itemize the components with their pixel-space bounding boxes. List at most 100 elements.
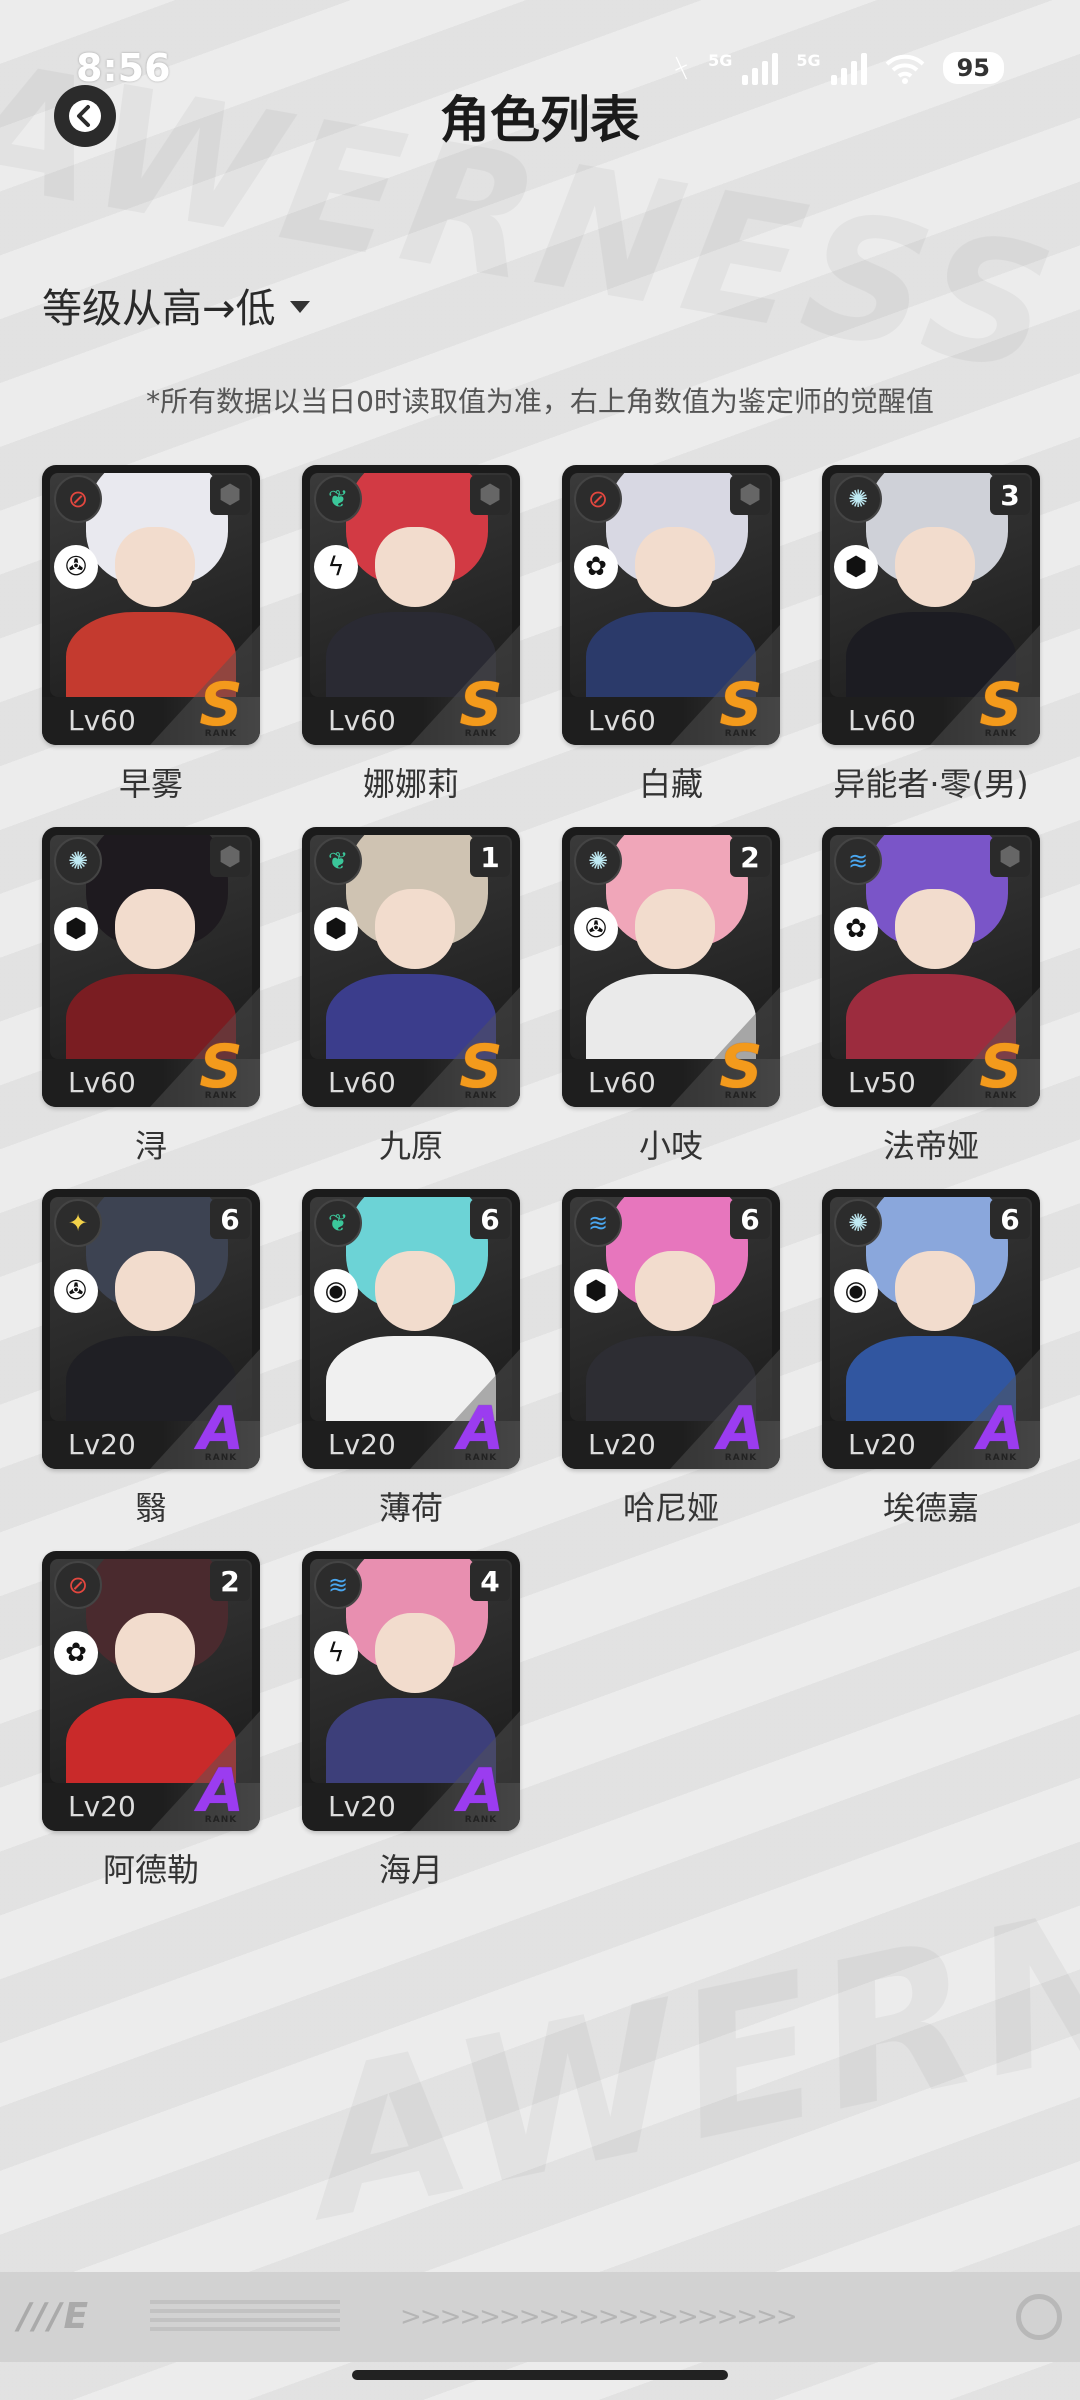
character-card[interactable]: Lv20 A RANK ≋ ϟ 4 [302, 1551, 520, 1831]
hexagon-icon: ⬢ [478, 480, 502, 510]
character-item[interactable]: Lv20 A RANK ≋ ϟ 4 海月 [302, 1551, 520, 1891]
rank-badge: A RANK [450, 1761, 512, 1825]
character-card[interactable]: Lv60 S RANK ⊘ ✇ ⬢ [42, 465, 260, 745]
rank-badge: S RANK [450, 675, 512, 739]
vortex-icon: ✇ [574, 907, 618, 951]
character-item[interactable]: Lv60 S RANK ✺ ⬢ ⬢ 浔 [42, 827, 260, 1167]
sort-label: 等级从高→低 [42, 286, 276, 332]
character-item[interactable]: Lv20 A RANK ≋ ⬢ 6 哈尼娅 [562, 1189, 780, 1529]
data-note: *所有数据以当日0时读取值为准，右上角数值为鉴定师的觉醒值 [146, 385, 934, 418]
network-type: 5G [796, 50, 821, 70]
rank-letter: A [197, 1394, 245, 1464]
character-item[interactable]: Lv60 S RANK ⊘ ✇ ⬢ 早雾 [42, 465, 260, 805]
awakening-badge: 4 [470, 1561, 510, 1601]
character-item[interactable]: Lv20 A RANK ❦ ◉ 6 薄荷 [302, 1189, 520, 1529]
rank-caption: RANK [464, 729, 498, 739]
red-crosshair-icon: ⊘ [54, 475, 102, 523]
green-leaf-icon: ❦ [314, 1199, 362, 1247]
character-card[interactable]: Lv60 S RANK ⊘ ✿ ⬢ [562, 465, 780, 745]
rank-letter: A [457, 1394, 505, 1464]
awakening-badge: 3 [990, 475, 1030, 515]
character-item[interactable]: Lv20 A RANK ⊘ ✿ 2 阿德勒 [42, 1551, 260, 1891]
character-item[interactable]: Lv50 S RANK ≋ ✿ ⬢ 法帝娅 [822, 827, 1040, 1167]
awakening-badge: ⬢ [470, 475, 510, 515]
level-label: Lv60 [848, 704, 916, 737]
character-name: 法帝娅 [882, 1127, 979, 1165]
character-card[interactable]: Lv20 A RANK ⊘ ✿ 2 [42, 1551, 260, 1831]
awakening-badge: 2 [730, 837, 770, 877]
flower-icon: ✿ [54, 1631, 98, 1675]
red-crosshair-icon: ⊘ [574, 475, 622, 523]
green-leaf-icon: ❦ [314, 837, 362, 885]
rank-caption: RANK [984, 1091, 1018, 1101]
hexagon-icon: ⬢ [218, 842, 242, 872]
character-card[interactable]: Lv20 A RANK ❦ ◉ 6 [302, 1189, 520, 1469]
character-card[interactable]: Lv60 S RANK ✺ ⬢ ⬢ [42, 827, 260, 1107]
rank-caption: RANK [724, 1091, 758, 1101]
awakening-badge: ⬢ [210, 475, 250, 515]
rank-caption: RANK [464, 1453, 498, 1463]
character-card[interactable]: Lv50 S RANK ≋ ✿ ⬢ [822, 827, 1040, 1107]
rank-caption: RANK [984, 1453, 1018, 1463]
rank-letter: A [457, 1756, 505, 1826]
character-card[interactable]: Lv60 S RANK ❦ ϟ ⬢ [302, 465, 520, 745]
rank-letter: S [459, 670, 503, 740]
character-card[interactable]: Lv20 A RANK ≋ ⬢ 6 [562, 1189, 780, 1469]
eye-logo-icon [1016, 2294, 1062, 2340]
character-name: 阿德勒 [102, 1851, 199, 1889]
level-label: Lv60 [328, 1066, 396, 1099]
blue-wave-icon: ≋ [574, 1199, 622, 1247]
rank-badge: A RANK [970, 1399, 1032, 1463]
character-item[interactable]: Lv60 S RANK ❦ ⬢ 1 九原 [302, 827, 520, 1167]
character-name: 小吱 [638, 1127, 703, 1165]
sun-icon: ✺ [834, 475, 882, 523]
rank-letter: S [459, 1032, 503, 1102]
character-item[interactable]: Lv60 S RANK ❦ ϟ ⬢ 娜娜莉 [302, 465, 520, 805]
swirl-icon: ◉ [314, 1269, 358, 1313]
network-type: 5G [708, 50, 733, 70]
awakening-value: 6 [740, 1202, 760, 1236]
rank-letter: S [719, 1032, 763, 1102]
character-card[interactable]: Lv60 S RANK ✺ ✇ 2 [562, 827, 780, 1107]
awakening-value: 6 [220, 1202, 240, 1236]
rank-letter: S [199, 1032, 243, 1102]
hexagon-icon: ⬢ [218, 480, 242, 510]
rank-badge: S RANK [190, 675, 252, 739]
character-item[interactable]: Lv60 S RANK ✺ ✇ 2 小吱 [562, 827, 780, 1167]
rank-badge: A RANK [710, 1399, 772, 1463]
level-label: Lv60 [588, 704, 656, 737]
character-name: 早雾 [118, 765, 183, 803]
rank-letter: A [197, 1756, 245, 1826]
character-item[interactable]: Lv60 S RANK ✺ ⬢ 3 异能者·零(男) [822, 465, 1040, 805]
character-name: 娜娜莉 [362, 765, 459, 803]
flower-icon: ✿ [574, 545, 618, 589]
rank-badge: A RANK [190, 1399, 252, 1463]
level-label: Lv20 [68, 1790, 136, 1823]
character-name: 埃德嘉 [882, 1489, 979, 1527]
character-item[interactable]: Lv60 S RANK ⊘ ✿ ⬢ 白藏 [562, 465, 780, 805]
rank-caption: RANK [464, 1815, 498, 1825]
character-card[interactable]: Lv60 S RANK ✺ ⬢ 3 [822, 465, 1040, 745]
rank-letter: S [719, 670, 763, 740]
character-item[interactable]: Lv20 A RANK ✦ ✇ 6 翳 [42, 1189, 260, 1529]
character-card[interactable]: Lv60 S RANK ❦ ⬢ 1 [302, 827, 520, 1107]
awakening-value: 6 [480, 1202, 500, 1236]
hexagon-icon: ⬢ [738, 480, 762, 510]
awakening-badge: ⬢ [210, 837, 250, 877]
page-title: 角色列表 [440, 91, 640, 149]
level-label: Lv20 [328, 1790, 396, 1823]
character-card[interactable]: Lv20 A RANK ✦ ✇ 6 [42, 1189, 260, 1469]
character-card[interactable]: Lv20 A RANK ✺ ◉ 6 [822, 1189, 1040, 1469]
awakening-value: 4 [480, 1564, 500, 1598]
sun-icon: ✺ [54, 837, 102, 885]
character-item[interactable]: Lv20 A RANK ✺ ◉ 6 埃德嘉 [822, 1189, 1040, 1529]
rank-letter: S [979, 1032, 1023, 1102]
rank-letter: A [977, 1394, 1025, 1464]
sun-icon: ✺ [834, 1199, 882, 1247]
sort-dropdown[interactable]: 等级从高→低 [42, 276, 310, 334]
rank-caption: RANK [204, 1453, 238, 1463]
rank-caption: RANK [724, 729, 758, 739]
home-indicator[interactable] [352, 2370, 728, 2380]
cube-icon: ⬢ [314, 907, 358, 951]
level-label: Lv60 [328, 704, 396, 737]
